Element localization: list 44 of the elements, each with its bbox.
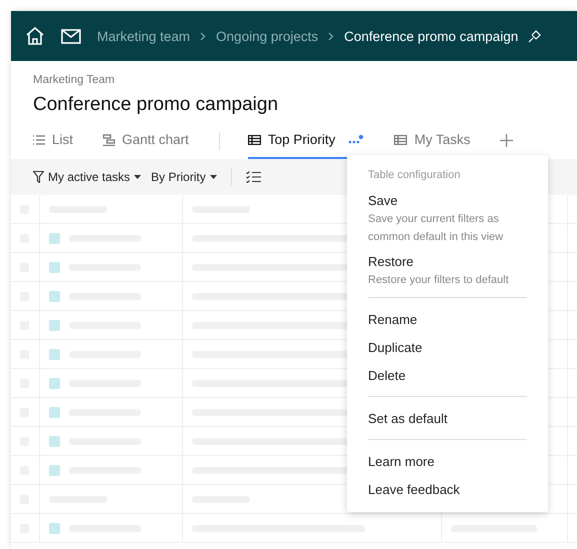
status-square — [49, 406, 60, 418]
status-square — [49, 320, 60, 330]
table-icon — [248, 134, 261, 144]
more-icon[interactable] — [348, 134, 364, 144]
view-tab[interactable]: List — [33, 122, 88, 159]
gantt-icon — [103, 134, 116, 146]
mail-icon[interactable] — [61, 28, 81, 44]
status-square — [49, 378, 60, 388]
status-square — [49, 262, 60, 272]
team-name: Marketing Team — [32, 73, 116, 86]
status-square — [49, 232, 60, 244]
menu-item[interactable]: Duplicate — [368, 340, 527, 355]
home-icon[interactable] — [25, 27, 45, 45]
menu-item[interactable]: Delete — [368, 368, 527, 383]
sort-dropdown[interactable]: By Priority — [151, 170, 217, 184]
view-tab[interactable]: Gantt chart — [103, 122, 204, 159]
table-icon — [394, 134, 408, 144]
project-title: Conference promo campaign — [33, 94, 280, 116]
status-square — [49, 464, 60, 476]
breadcrumb-link[interactable]: Conference promo campaign — [344, 28, 518, 44]
menu-heading: Table configuration — [368, 169, 462, 181]
menu-item[interactable]: Learn more — [368, 454, 527, 469]
menu-item[interactable]: Leave feedback — [368, 482, 527, 497]
breadcrumb-link[interactable]: Marketing team — [97, 28, 190, 44]
filter-dropdown[interactable]: My active tasks — [33, 170, 142, 184]
view-tab[interactable]: My Tasks — [394, 122, 486, 159]
menu-item[interactable]: Set as default — [368, 411, 527, 426]
status-square — [49, 436, 60, 446]
status-square — [49, 290, 60, 302]
chevron-icon — [200, 32, 206, 40]
menu-item[interactable]: Save Save your current filters as common default in this view — [368, 193, 527, 246]
caret-icon — [210, 175, 217, 179]
status-square — [49, 348, 60, 360]
pin-icon[interactable] — [528, 30, 542, 42]
add-icon[interactable] — [500, 134, 514, 147]
status-square — [49, 522, 60, 534]
menu-item[interactable]: Rename — [368, 312, 527, 327]
chevron-icon — [328, 32, 334, 40]
breadcrumb-link[interactable]: Ongoing projects — [216, 28, 318, 44]
caret-icon — [134, 175, 142, 179]
filter-icon — [33, 171, 44, 183]
checklist-icon[interactable] — [246, 171, 261, 183]
list-icon — [33, 134, 45, 144]
menu-item[interactable]: Restore Restore your filters to default — [368, 254, 527, 289]
